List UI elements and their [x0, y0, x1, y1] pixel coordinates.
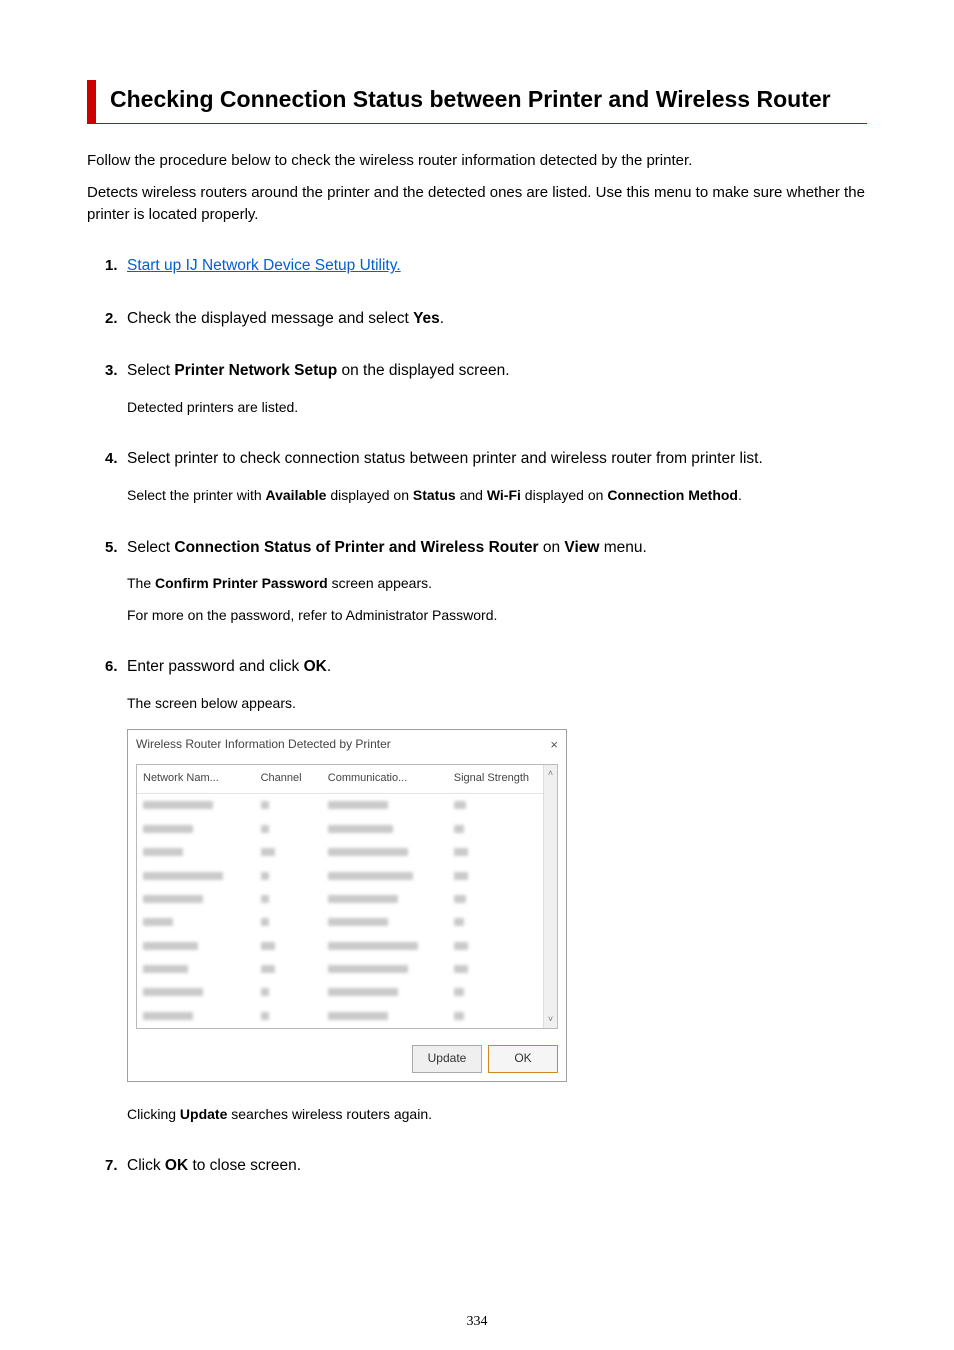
step-text: menu. — [599, 539, 646, 556]
start-utility-link[interactable]: Start up IJ Network Device Setup Utility… — [127, 257, 401, 274]
step-1: 1. Start up IJ Network Device Setup Util… — [105, 255, 867, 277]
scrollbar[interactable]: ˄ ˅ — [543, 765, 557, 1028]
bold-printer-network-setup: Printer Network Setup — [174, 362, 337, 379]
bold-status: Status — [413, 487, 456, 503]
title-block: Checking Connection Status between Print… — [87, 80, 867, 124]
table-row[interactable] — [137, 1005, 557, 1028]
step-number: 5. — [105, 537, 118, 559]
step-text: . — [327, 658, 331, 675]
update-button[interactable]: Update — [412, 1045, 482, 1072]
step-number: 3. — [105, 360, 118, 382]
page-title: Checking Connection Status between Print… — [110, 84, 867, 115]
col-communication[interactable]: Communicatio... — [322, 765, 448, 793]
step-3: 3. Select Printer Network Setup on the d… — [105, 360, 867, 418]
steps-list: 1. Start up IJ Network Device Setup Util… — [87, 255, 867, 1177]
table-row[interactable] — [137, 888, 557, 911]
step-text: Select — [127, 539, 174, 556]
step-text: Select printer to check connection statu… — [127, 450, 763, 467]
bold-update: Update — [180, 1106, 227, 1122]
bold-confirm-password: Confirm Printer Password — [155, 575, 328, 591]
step-subtext: Select the printer with Available displa… — [127, 485, 867, 507]
step-6: 6. Enter password and click OK. The scre… — [105, 656, 867, 1125]
step-text: Click — [127, 1157, 165, 1174]
step-subtext: The screen below appears. — [127, 693, 867, 715]
col-channel[interactable]: Channel — [255, 765, 322, 793]
intro-paragraph-1: Follow the procedure below to check the … — [87, 150, 867, 172]
step-subtext: The Confirm Printer Password screen appe… — [127, 573, 867, 595]
table-row[interactable] — [137, 935, 557, 958]
col-network-name[interactable]: Network Nam... — [137, 765, 255, 793]
dialog-body: Network Nam... Channel Communicatio... S… — [136, 764, 558, 1029]
table-row[interactable] — [137, 911, 557, 934]
bold-ok: OK — [165, 1157, 188, 1174]
step-text: on the displayed screen. — [337, 362, 509, 379]
page-number: 334 — [0, 1314, 954, 1330]
table-row[interactable] — [137, 818, 557, 841]
step-subtext: Clicking Update searches wireless router… — [127, 1104, 867, 1126]
step-number: 4. — [105, 448, 118, 470]
ok-button[interactable]: OK — [488, 1045, 558, 1072]
step-subtext: Detected printers are listed. — [127, 397, 867, 419]
col-signal-strength[interactable]: Signal Strength — [448, 765, 557, 793]
router-table: Network Nam... Channel Communicatio... S… — [137, 765, 557, 1028]
step-number: 6. — [105, 656, 118, 678]
bold-wifi: Wi-Fi — [487, 487, 521, 503]
step-text: Check the displayed message and select — [127, 310, 413, 327]
step-subtext: For more on the password, refer to Admin… — [127, 605, 867, 627]
table-row[interactable] — [137, 794, 557, 818]
bold-connection-status: Connection Status of Printer and Wireles… — [174, 539, 538, 556]
intro-paragraph-2: Detects wireless routers around the prin… — [87, 182, 867, 226]
bold-connection-method: Connection Method — [607, 487, 738, 503]
close-icon[interactable]: × — [550, 736, 558, 755]
bold-view: View — [564, 539, 599, 556]
step-text: to close screen. — [188, 1157, 301, 1174]
step-5: 5. Select Connection Status of Printer a… — [105, 537, 867, 627]
step-text: . — [440, 310, 444, 327]
step-number: 1. — [105, 255, 118, 277]
scroll-up-icon[interactable]: ˄ — [548, 765, 553, 782]
bold-ok: OK — [304, 658, 327, 675]
step-text: Enter password and click — [127, 658, 304, 675]
step-number: 7. — [105, 1155, 118, 1177]
step-text: on — [539, 539, 565, 556]
table-header-row: Network Nam... Channel Communicatio... S… — [137, 765, 557, 793]
step-7: 7. Click OK to close screen. — [105, 1155, 867, 1177]
step-number: 2. — [105, 308, 118, 330]
table-row[interactable] — [137, 981, 557, 1004]
bold-yes: Yes — [413, 310, 440, 327]
step-4: 4. Select printer to check connection st… — [105, 448, 867, 506]
step-text: Select — [127, 362, 174, 379]
table-row[interactable] — [137, 958, 557, 981]
table-row[interactable] — [137, 841, 557, 864]
wireless-router-info-dialog: Wireless Router Information Detected by … — [127, 729, 567, 1082]
table-row[interactable] — [137, 865, 557, 888]
step-2: 2. Check the displayed message and selec… — [105, 308, 867, 330]
dialog-title: Wireless Router Information Detected by … — [136, 736, 391, 753]
bold-available: Available — [266, 487, 327, 503]
scroll-down-icon[interactable]: ˅ — [548, 1011, 553, 1028]
